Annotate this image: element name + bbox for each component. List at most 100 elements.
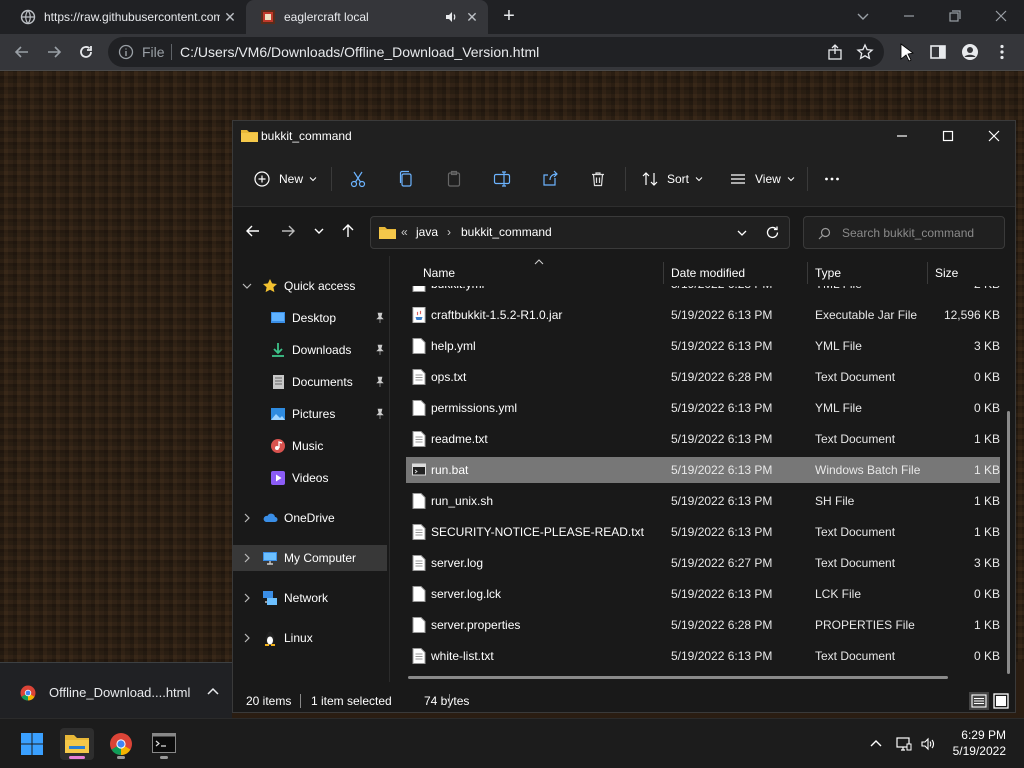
- nav-quick-access[interactable]: Quick access: [233, 273, 387, 299]
- share-icon[interactable]: [826, 43, 844, 61]
- back-arrow-icon[interactable]: [12, 42, 32, 62]
- address-bar[interactable]: File C:/Users/VM6/Downloads/Offline_Down…: [108, 37, 884, 67]
- file-row[interactable]: permissions.yml 5/19/2022 6:13 PM YML File…: [406, 395, 1000, 421]
- speaker-icon[interactable]: [444, 10, 458, 24]
- close-tab-icon[interactable]: ✕: [222, 9, 238, 25]
- new-tab-button[interactable]: +: [500, 6, 518, 26]
- chevron-right-icon[interactable]: [242, 513, 252, 523]
- pin-icon[interactable]: [374, 344, 386, 356]
- rename-button[interactable]: [493, 169, 511, 189]
- nav-network[interactable]: Network: [233, 585, 387, 611]
- column-type[interactable]: Type: [815, 266, 841, 280]
- minimize-icon[interactable]: [893, 127, 911, 145]
- file-row[interactable]: server.log 5/19/2022 6:27 PM Text Document…: [406, 550, 1000, 576]
- copy-button[interactable]: [397, 169, 415, 189]
- chevron-right-icon[interactable]: [242, 553, 252, 563]
- menu-kebab-icon[interactable]: [992, 42, 1012, 62]
- back-arrow-icon[interactable]: [245, 223, 261, 239]
- info-icon[interactable]: [118, 44, 134, 60]
- nav-music[interactable]: Music: [233, 433, 387, 459]
- address-bar[interactable]: « java › bukkit_command: [370, 216, 790, 249]
- chevron-right-icon[interactable]: [242, 633, 252, 643]
- start-button[interactable]: [15, 728, 49, 760]
- reload-icon[interactable]: [76, 42, 96, 62]
- minimize-icon[interactable]: [898, 6, 920, 26]
- horizontal-scrollbar[interactable]: [408, 676, 948, 679]
- taskbar-file-explorer[interactable]: [60, 728, 94, 760]
- share-button[interactable]: [541, 169, 559, 189]
- download-filename[interactable]: Offline_Download....html: [49, 685, 190, 700]
- tiles-view-icon[interactable]: [991, 692, 1011, 710]
- close-window-icon[interactable]: [990, 6, 1012, 26]
- file-row[interactable]: SECURITY-NOTICE-PLEASE-READ.txt 5/19/2022…: [406, 519, 1000, 545]
- refresh-icon[interactable]: [765, 225, 780, 240]
- explorer-title-bar[interactable]: bukkit_command: [233, 121, 1015, 151]
- column-divider[interactable]: [663, 262, 664, 284]
- nav-my-computer[interactable]: My Computer: [233, 545, 387, 571]
- pin-icon[interactable]: [374, 312, 386, 324]
- clock[interactable]: 6:29 PM 5/19/2022: [953, 727, 1006, 759]
- file-row[interactable]: readme.txt 5/19/2022 6:13 PM Text Document…: [406, 426, 1000, 452]
- nav-downloads[interactable]: Downloads: [233, 337, 387, 363]
- url-text[interactable]: C:/Users/VM6/Downloads/Offline_Download_…: [180, 44, 539, 60]
- tab-eaglercraft[interactable]: eaglercraft local ✕: [246, 0, 488, 34]
- view-button[interactable]: View: [729, 169, 795, 189]
- close-tab-icon[interactable]: ✕: [464, 9, 480, 25]
- up-arrow-icon[interactable]: [340, 223, 356, 239]
- chevron-up-icon[interactable]: [868, 736, 884, 752]
- file-row[interactable]: server.log.lck 5/19/2022 6:13 PM LCK File 0…: [406, 581, 1000, 607]
- chevron-up-icon[interactable]: [206, 685, 220, 699]
- column-divider[interactable]: [807, 262, 808, 284]
- taskbar-terminal[interactable]: [147, 728, 181, 760]
- recent-locations-chevron-icon[interactable]: [311, 223, 327, 239]
- column-size[interactable]: Size: [935, 266, 958, 280]
- taskbar-chrome[interactable]: [104, 728, 138, 760]
- side-panel-icon[interactable]: [928, 42, 948, 62]
- chevron-down-icon[interactable]: [242, 281, 252, 291]
- close-window-icon[interactable]: [985, 127, 1003, 145]
- breadcrumb-separator[interactable]: ›: [447, 225, 451, 239]
- nav-documents[interactable]: Documents: [233, 369, 387, 395]
- breadcrumb-java[interactable]: java: [416, 225, 438, 239]
- file-row[interactable]: ops.txt 5/19/2022 6:28 PM Text Document 0 K…: [406, 364, 1000, 390]
- forward-arrow-icon[interactable]: [280, 223, 296, 239]
- file-row[interactable]: run.bat 5/19/2022 6:13 PM Windows Batch Fi…: [406, 457, 1000, 483]
- nav-videos[interactable]: Videos: [233, 465, 387, 491]
- chevron-down-icon[interactable]: [735, 226, 749, 240]
- column-divider[interactable]: [927, 262, 928, 284]
- sort-button[interactable]: Sort: [641, 169, 703, 189]
- file-row[interactable]: help.yml 5/19/2022 6:13 PM YML File 3 KB: [406, 333, 1000, 359]
- new-button[interactable]: New: [253, 169, 317, 189]
- see-more-button[interactable]: [823, 169, 841, 189]
- breadcrumb-bukkit-command[interactable]: bukkit_command: [461, 225, 552, 239]
- forward-arrow-icon[interactable]: [44, 42, 64, 62]
- file-row[interactable]: craftbukkit-1.5.2-R1.0.jar 5/19/2022 6:13…: [406, 302, 1000, 328]
- pin-icon[interactable]: [374, 408, 386, 420]
- nav-pictures[interactable]: Pictures: [233, 401, 387, 427]
- path-overflow[interactable]: «: [401, 225, 408, 239]
- tab-githubusercontent[interactable]: https://raw.githubusercontent.com ✕: [0, 0, 246, 34]
- search-input[interactable]: [842, 223, 998, 243]
- volume-icon[interactable]: [920, 736, 936, 752]
- nav-desktop[interactable]: Desktop: [233, 305, 387, 331]
- pin-icon[interactable]: [374, 376, 386, 388]
- maximize-icon[interactable]: [939, 127, 957, 145]
- file-row[interactable]: server.properties 5/19/2022 6:28 PM PROPER…: [406, 612, 1000, 638]
- nav-onedrive[interactable]: OneDrive: [233, 505, 387, 531]
- column-date-modified[interactable]: Date modified: [671, 266, 745, 280]
- vertical-scrollbar[interactable]: [1007, 411, 1010, 674]
- search-box[interactable]: [803, 216, 1005, 249]
- nav-linux[interactable]: Linux: [233, 625, 387, 651]
- file-row[interactable]: run_unix.sh 5/19/2022 6:13 PM SH File 1 KB: [406, 488, 1000, 514]
- chevron-right-icon[interactable]: [242, 593, 252, 603]
- network-wired-icon[interactable]: [896, 736, 912, 752]
- paste-button[interactable]: [445, 169, 463, 189]
- details-view-icon[interactable]: [969, 692, 989, 710]
- restore-icon[interactable]: [944, 6, 966, 26]
- cut-button[interactable]: [349, 169, 367, 189]
- file-row[interactable]: white-list.txt 5/19/2022 6:13 PM Text Docu…: [406, 643, 1000, 669]
- tab-search-chevron-icon[interactable]: [852, 6, 874, 26]
- profile-icon[interactable]: [960, 42, 980, 62]
- bookmark-star-icon[interactable]: [856, 43, 874, 61]
- column-name[interactable]: Name: [423, 266, 455, 280]
